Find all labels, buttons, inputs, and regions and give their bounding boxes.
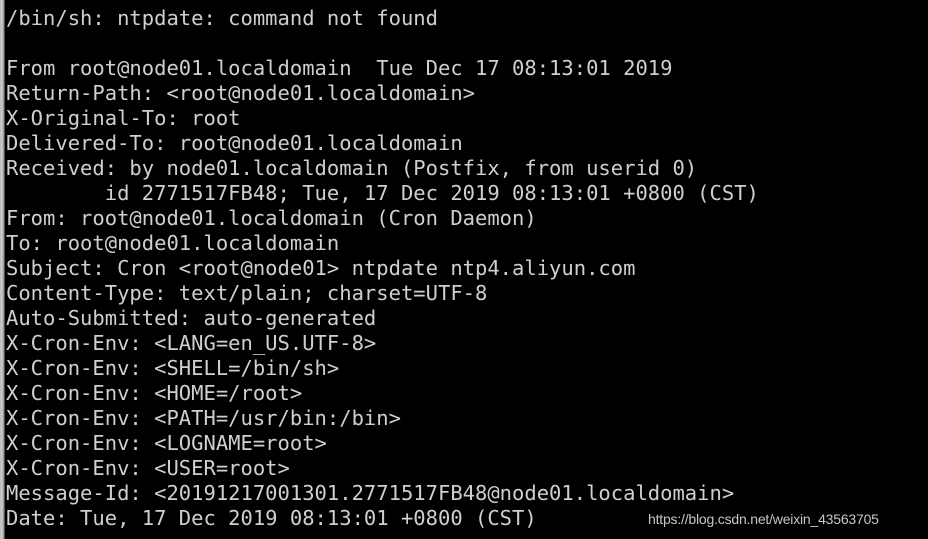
return-path-header: Return-Path: <root@node01.localdomain> — [6, 81, 475, 105]
auto-submitted-header: Auto-Submitted: auto-generated — [6, 306, 377, 330]
x-cron-env-home: X-Cron-Env: <HOME=/root> — [6, 381, 303, 405]
x-cron-env-shell: X-Cron-Env: <SHELL=/bin/sh> — [6, 356, 340, 380]
x-cron-env-logname: X-Cron-Env: <LOGNAME=root> — [6, 431, 327, 455]
terminal-output[interactable]: /bin/sh: ntpdate: command not found From … — [6, 0, 928, 539]
watermark-text: https://blog.csdn.net/weixin_43563705 — [648, 511, 879, 527]
subject-header: Subject: Cron <root@node01> ntpdate ntp4… — [6, 256, 636, 280]
terminal-scrollbar[interactable] — [0, 0, 5, 539]
received-header-continuation: id 2771517FB48; Tue, 17 Dec 2019 08:13:0… — [6, 181, 759, 205]
x-cron-env-lang: X-Cron-Env: <LANG=en_US.UTF-8> — [6, 331, 377, 355]
x-original-to-header: X-Original-To: root — [6, 106, 241, 130]
terminal-window: /bin/sh: ntpdate: command not found From … — [0, 0, 928, 539]
error-line: /bin/sh: ntpdate: command not found — [6, 6, 438, 30]
received-header: Received: by node01.localdomain (Postfix… — [6, 156, 698, 180]
to-header: To: root@node01.localdomain — [6, 231, 340, 255]
x-cron-env-user: X-Cron-Env: <USER=root> — [6, 456, 290, 480]
x-cron-env-path: X-Cron-Env: <PATH=/usr/bin:/bin> — [6, 406, 401, 430]
from-header: From: root@node01.localdomain (Cron Daem… — [6, 206, 537, 230]
mbox-from-line: From root@node01.localdomain Tue Dec 17 … — [6, 56, 673, 80]
content-type-header: Content-Type: text/plain; charset=UTF-8 — [6, 281, 488, 305]
delivered-to-header: Delivered-To: root@node01.localdomain — [6, 131, 463, 155]
blank-1 — [6, 31, 928, 56]
message-id-header: Message-Id: <20191217001301.2771517FB48@… — [6, 481, 735, 505]
